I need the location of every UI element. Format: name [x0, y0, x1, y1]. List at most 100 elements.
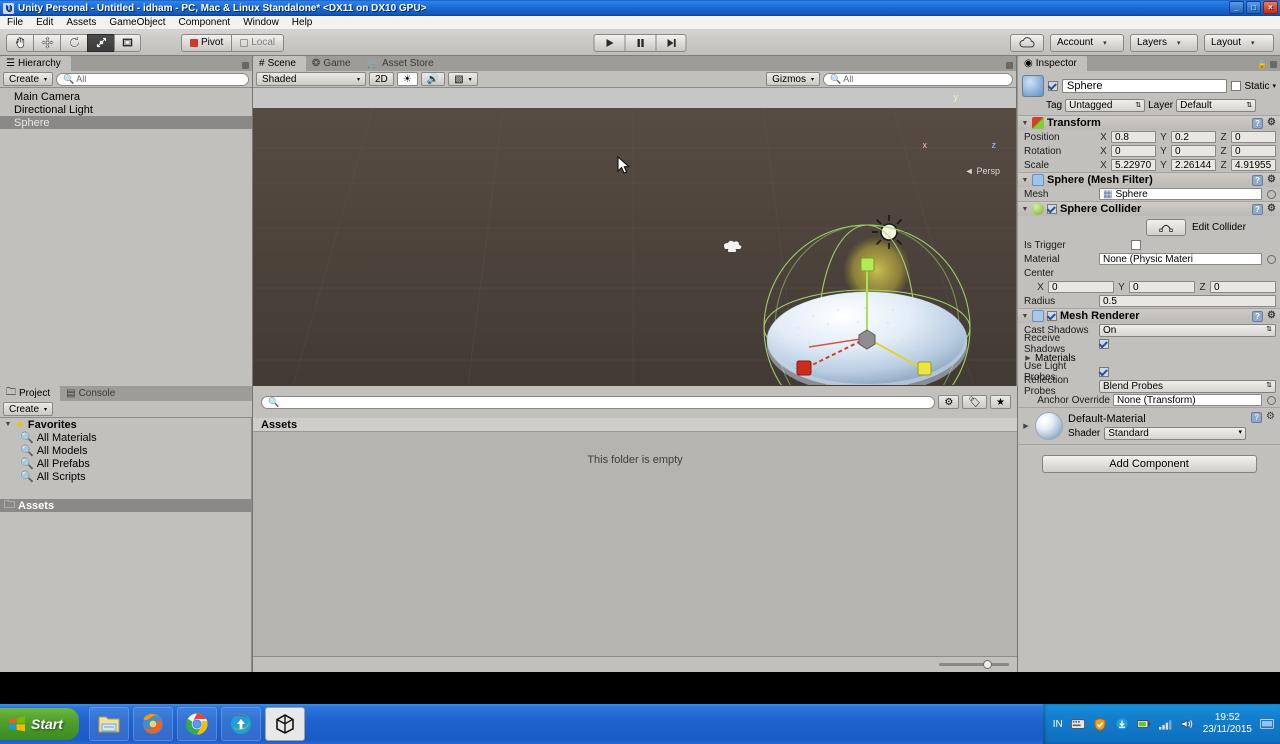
panel-menu-icons[interactable] [242, 62, 249, 69]
gear-icon[interactable]: ⚙ [1266, 174, 1277, 186]
mesh-renderer-header[interactable]: ▼ Mesh Renderer ? ⚙ [1018, 309, 1280, 323]
mesh-picker-button[interactable] [1267, 189, 1276, 199]
reflection-probes-dropdown[interactable]: Blend Probes ⇅ [1099, 379, 1276, 393]
keyboard-icon[interactable] [1070, 717, 1085, 731]
project-favorites-root[interactable]: ▼ ★ Favorites [0, 418, 251, 432]
minimize-button[interactable]: _ [1229, 1, 1244, 14]
step-button[interactable] [655, 33, 687, 52]
panel-menu-icon[interactable] [1270, 61, 1277, 68]
filter-by-label-button[interactable]: 🏷 [962, 395, 988, 409]
slider-handle[interactable] [983, 660, 992, 669]
help-icon[interactable]: ? [1252, 203, 1263, 215]
hand-tool-button[interactable] [6, 33, 33, 52]
project-favorite-all-models[interactable]: 🔍 All Models [0, 444, 251, 458]
sphere-collider-enabled-checkbox[interactable] [1047, 204, 1057, 214]
maximize-button[interactable]: □ [1246, 1, 1261, 14]
tab-game[interactable]: ❂ Game [305, 56, 361, 71]
scale-tool-button[interactable] [87, 33, 114, 52]
collider-material-picker[interactable] [1267, 254, 1276, 264]
center-y-input[interactable]: 0 [1129, 281, 1195, 293]
tab-asset-store[interactable]: 🛒 Asset Store [360, 56, 444, 71]
tab-scene[interactable]: # Scene [253, 56, 306, 71]
project-create-button[interactable]: Create ▾ [3, 402, 54, 416]
panel-menu-icon[interactable] [1006, 62, 1013, 69]
foldout-icon[interactable]: ▼ [4, 421, 12, 428]
hierarchy-item-main-camera[interactable]: Main Camera [0, 90, 252, 103]
play-button[interactable] [593, 33, 625, 52]
scene-search-input[interactable]: 🔍 All [823, 72, 1013, 86]
collider-material-field[interactable]: None (Physic Materi [1099, 253, 1262, 265]
rotate-tool-button[interactable] [60, 33, 87, 52]
project-favorite-all-materials[interactable]: 🔍 All Materials [0, 431, 251, 445]
mesh-filter-header[interactable]: ▼ Sphere (Mesh Filter) ? ⚙ [1018, 173, 1280, 187]
taskbar-chrome-button[interactable] [176, 707, 217, 741]
menu-file[interactable]: File [6, 17, 24, 28]
tab-project[interactable]: 🗀 Project [0, 386, 61, 401]
menu-gameobject[interactable]: GameObject [108, 17, 166, 28]
foldout-icon[interactable]: ▶ [1022, 422, 1030, 430]
help-icon[interactable]: ? [1252, 117, 1263, 129]
help-icon[interactable]: ? [1252, 310, 1263, 322]
gear-icon[interactable]: ⚙ [1266, 310, 1277, 322]
project-assets-folder[interactable]: 🗀 Assets [0, 499, 251, 512]
receive-shadows-checkbox[interactable] [1099, 339, 1109, 349]
menu-window[interactable]: Window [242, 17, 280, 28]
pivot-button[interactable]: Pivot [181, 33, 232, 52]
shading-mode-dropdown[interactable]: Shaded ▾ [256, 72, 366, 86]
battery-icon[interactable] [1136, 717, 1151, 731]
hierarchy-item-sphere[interactable]: Sphere [0, 116, 252, 129]
position-y-input[interactable]: 0.2 [1171, 131, 1216, 143]
chevron-down-icon[interactable]: ▾ [1272, 82, 1276, 90]
gear-icon[interactable]: ⚙ [1265, 412, 1276, 423]
taskbar-firefox-button[interactable] [132, 707, 173, 741]
rotation-y-input[interactable]: 0 [1171, 145, 1216, 157]
project-search-input[interactable]: 🔍 [261, 395, 936, 409]
mesh-renderer-enabled-checkbox[interactable] [1047, 311, 1057, 321]
rotation-z-input[interactable]: 0 [1231, 145, 1276, 157]
transform-header[interactable]: ▼ Transform ? ⚙ [1018, 116, 1280, 130]
effects-dropdown[interactable]: ▧ ▾ [448, 72, 478, 86]
tab-console[interactable]: ▤ Console [60, 386, 126, 401]
hierarchy-create-button[interactable]: Create ▾ [3, 72, 54, 86]
move-tool-button[interactable] [33, 33, 60, 52]
menu-component[interactable]: Component [178, 17, 232, 28]
mode-2d-toggle[interactable]: 2D [369, 72, 394, 86]
is-trigger-checkbox[interactable] [1131, 240, 1141, 250]
hierarchy-item-directional-light[interactable]: Directional Light [0, 103, 252, 116]
help-icon[interactable]: ? [1251, 412, 1262, 423]
network-icon[interactable] [1159, 717, 1173, 731]
shield-icon[interactable] [1093, 717, 1107, 731]
tab-hierarchy[interactable]: ☰ Hierarchy [0, 56, 71, 71]
taskbar-unity-button[interactable] [264, 707, 305, 741]
taskbar-clock[interactable]: 19:52 23/11/2015 [1203, 712, 1252, 736]
static-checkbox[interactable] [1231, 81, 1242, 91]
anchor-override-picker[interactable] [1267, 395, 1276, 405]
show-desktop-icon[interactable] [1260, 717, 1274, 731]
favorite-filter-button[interactable]: ★ [990, 395, 1011, 409]
center-z-input[interactable]: 0 [1210, 281, 1276, 293]
add-component-button[interactable]: Add Component [1041, 455, 1257, 473]
position-x-input[interactable]: 0.8 [1111, 131, 1156, 143]
light-probes-checkbox[interactable] [1099, 367, 1109, 377]
layer-dropdown[interactable]: Default ⇅ [1176, 99, 1257, 112]
scale-y-input[interactable]: 2.26144 [1171, 159, 1216, 171]
pause-button[interactable] [624, 33, 656, 52]
rotation-x-input[interactable]: 0 [1111, 145, 1156, 157]
help-icon[interactable]: ? [1252, 174, 1263, 186]
taskbar-explorer-button[interactable] [88, 707, 129, 741]
inspector-panel-menu[interactable]: 🔒 [1257, 60, 1277, 69]
filter-by-type-button[interactable]: ⚙ [938, 395, 960, 409]
foldout-icon[interactable]: ▼ [1021, 120, 1029, 127]
gear-icon[interactable]: ⚙ [1266, 203, 1277, 215]
scale-x-input[interactable]: 5.22970 [1111, 159, 1156, 171]
sphere-collider-header[interactable]: ▼ Sphere Collider ? ⚙ [1018, 202, 1280, 216]
thumbnail-size-slider[interactable] [939, 660, 1009, 669]
gameobject-enabled-checkbox[interactable] [1048, 81, 1058, 91]
position-z-input[interactable]: 0 [1231, 131, 1276, 143]
lock-icon[interactable]: 🔒 [1257, 60, 1267, 69]
gizmos-dropdown[interactable]: Gizmos ▾ [766, 72, 820, 86]
menu-assets[interactable]: Assets [65, 17, 97, 28]
scene-panel-menu[interactable] [1006, 62, 1013, 69]
lighting-toggle[interactable]: ☀ [396, 72, 418, 86]
audio-toggle[interactable]: 🔊 [420, 72, 446, 86]
